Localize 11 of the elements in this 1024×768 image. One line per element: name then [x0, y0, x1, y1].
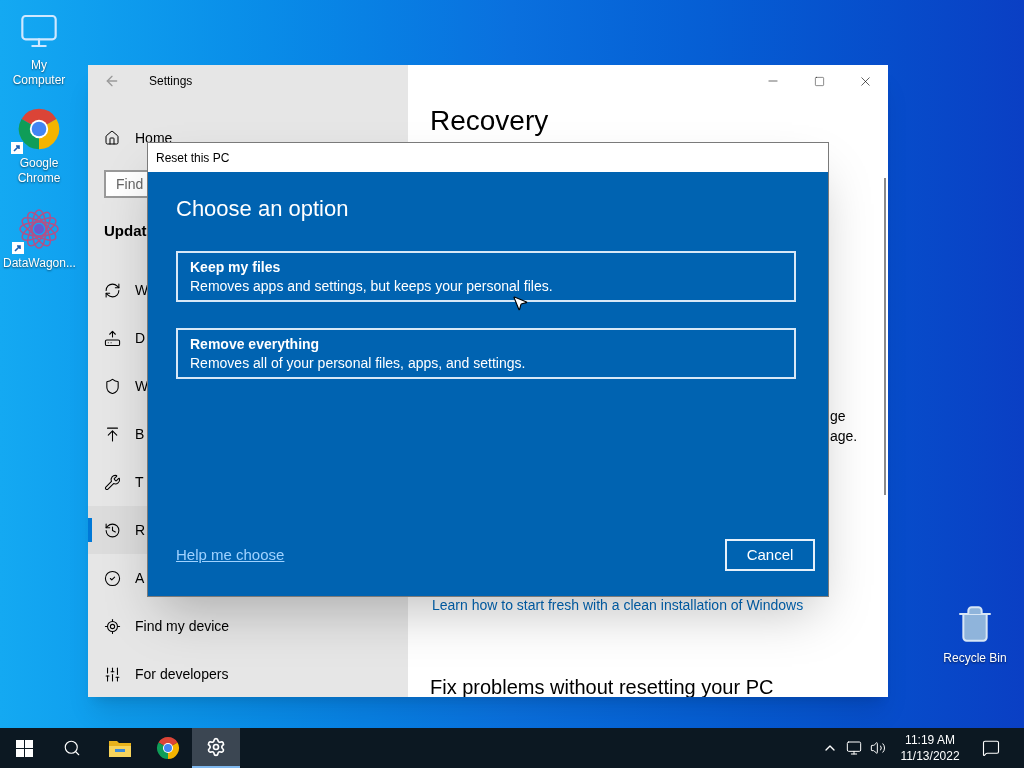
option-description: Removes apps and settings, but keeps your personal files.	[190, 276, 554, 296]
option-description: Removes all of your personal files, apps, and settings.	[190, 353, 527, 373]
option-title: Remove everything	[190, 334, 321, 354]
option-title: Keep my files	[190, 257, 282, 277]
window-title: Settings	[149, 73, 193, 90]
dialog-heading: Choose an option	[176, 195, 350, 223]
page-heading: Recovery	[430, 105, 550, 137]
body-text: ge	[830, 407, 847, 426]
dialog-title: Reset this PC	[156, 149, 230, 167]
body-text: age.	[830, 427, 859, 446]
section-heading: Updat	[104, 221, 148, 241]
